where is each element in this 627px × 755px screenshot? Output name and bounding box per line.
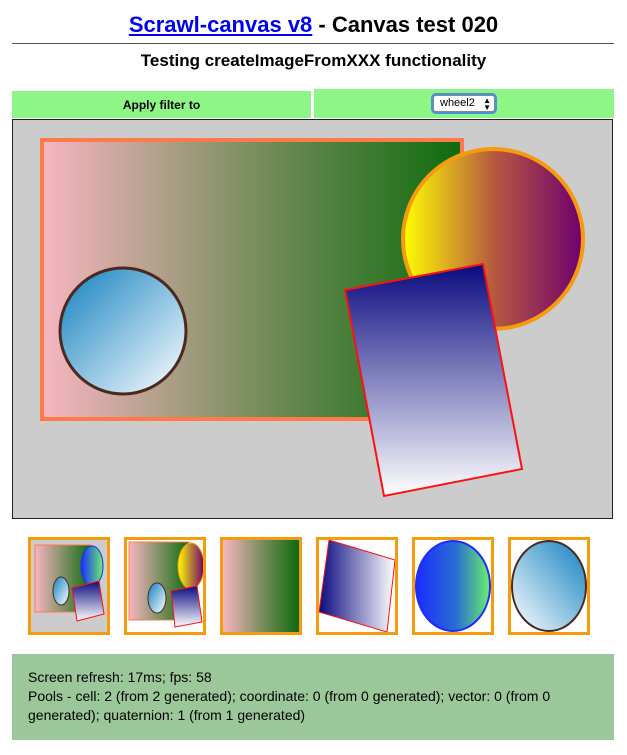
group-snapshot-thumbnail[interactable] — [28, 537, 110, 635]
filter-target-select-value: wheel2 — [440, 97, 475, 109]
cell-snapshot-image — [128, 541, 203, 628]
filter-label: Apply filter to — [122, 97, 201, 112]
page-title: Scrawl-canvas v8 - Canvas test 020 — [0, 11, 627, 39]
page-subtitle: Testing createImageFromXXX functionality — [140, 51, 487, 70]
page-title-text: - Canvas test 020 — [312, 12, 499, 37]
canvas-scene — [40, 138, 585, 498]
report-panel: Screen refresh: 17ms; fps: 58 Pools - ce… — [12, 654, 614, 740]
wheel2-image — [511, 540, 587, 632]
filter-label-cell: Apply filter to — [12, 91, 311, 118]
wheel2-thumbnail[interactable] — [508, 537, 590, 635]
divider — [12, 43, 614, 44]
group-snapshot-image — [34, 544, 105, 622]
screen-refresh-line: Screen refresh: 17ms; fps: 58 — [28, 669, 212, 685]
filter-target-select[interactable]: wheel2 ▲ ▼ — [433, 95, 495, 112]
wheel1 — [58, 266, 188, 396]
cell-snapshot-thumbnail[interactable] — [124, 537, 206, 635]
wheel1-image — [415, 540, 491, 632]
gradient-block-image — [223, 540, 299, 632]
blue-block-image — [319, 540, 395, 632]
gradient-block-thumbnail[interactable] — [220, 537, 302, 635]
select-arrows-icon: ▲ ▼ — [483, 96, 491, 112]
scrawl-canvas-link[interactable]: Scrawl-canvas v8 — [129, 12, 312, 37]
blue-block-thumbnail[interactable] — [316, 537, 398, 635]
wheel1-thumbnail[interactable] — [412, 537, 494, 635]
main-canvas[interactable] — [12, 119, 613, 519]
pools-line: Pools - cell: 2 (from 2 generated); coor… — [28, 688, 551, 723]
filter-select-cell: wheel2 ▲ ▼ — [314, 89, 614, 118]
